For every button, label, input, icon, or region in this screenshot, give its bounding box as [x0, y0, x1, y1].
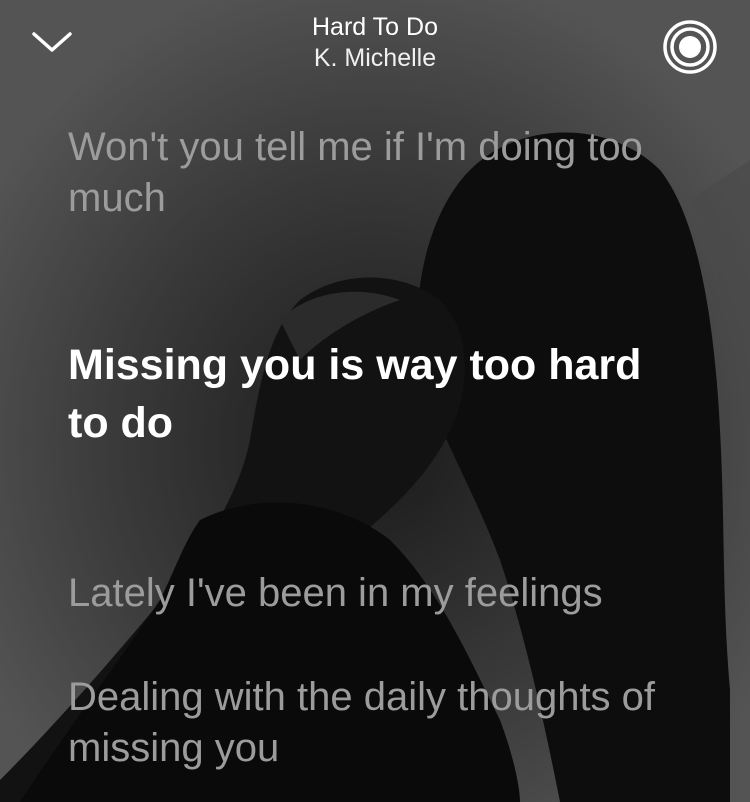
track-info: Hard To Do K. Michelle [0, 12, 750, 74]
lyrics-screen: Hard To Do K. Michelle Won't you tell me… [0, 0, 750, 802]
airplay-icon [663, 20, 717, 74]
lyric-line-current[interactable]: Missing you is way too hard to do [68, 336, 668, 452]
track-artist: K. Michelle [313, 44, 437, 72]
airplay-button[interactable] [660, 17, 720, 77]
now-playing-header: Hard To Do K. Michelle [0, 0, 750, 90]
lyric-line-next[interactable]: Dealing with the daily thoughts of missi… [68, 672, 708, 774]
lyric-line-previous[interactable]: Won't you tell me if I'm doing too much [68, 122, 668, 224]
lyric-line-next[interactable]: Lately I've been in my feelings [68, 568, 708, 619]
track-title: Hard To Do [312, 13, 438, 41]
